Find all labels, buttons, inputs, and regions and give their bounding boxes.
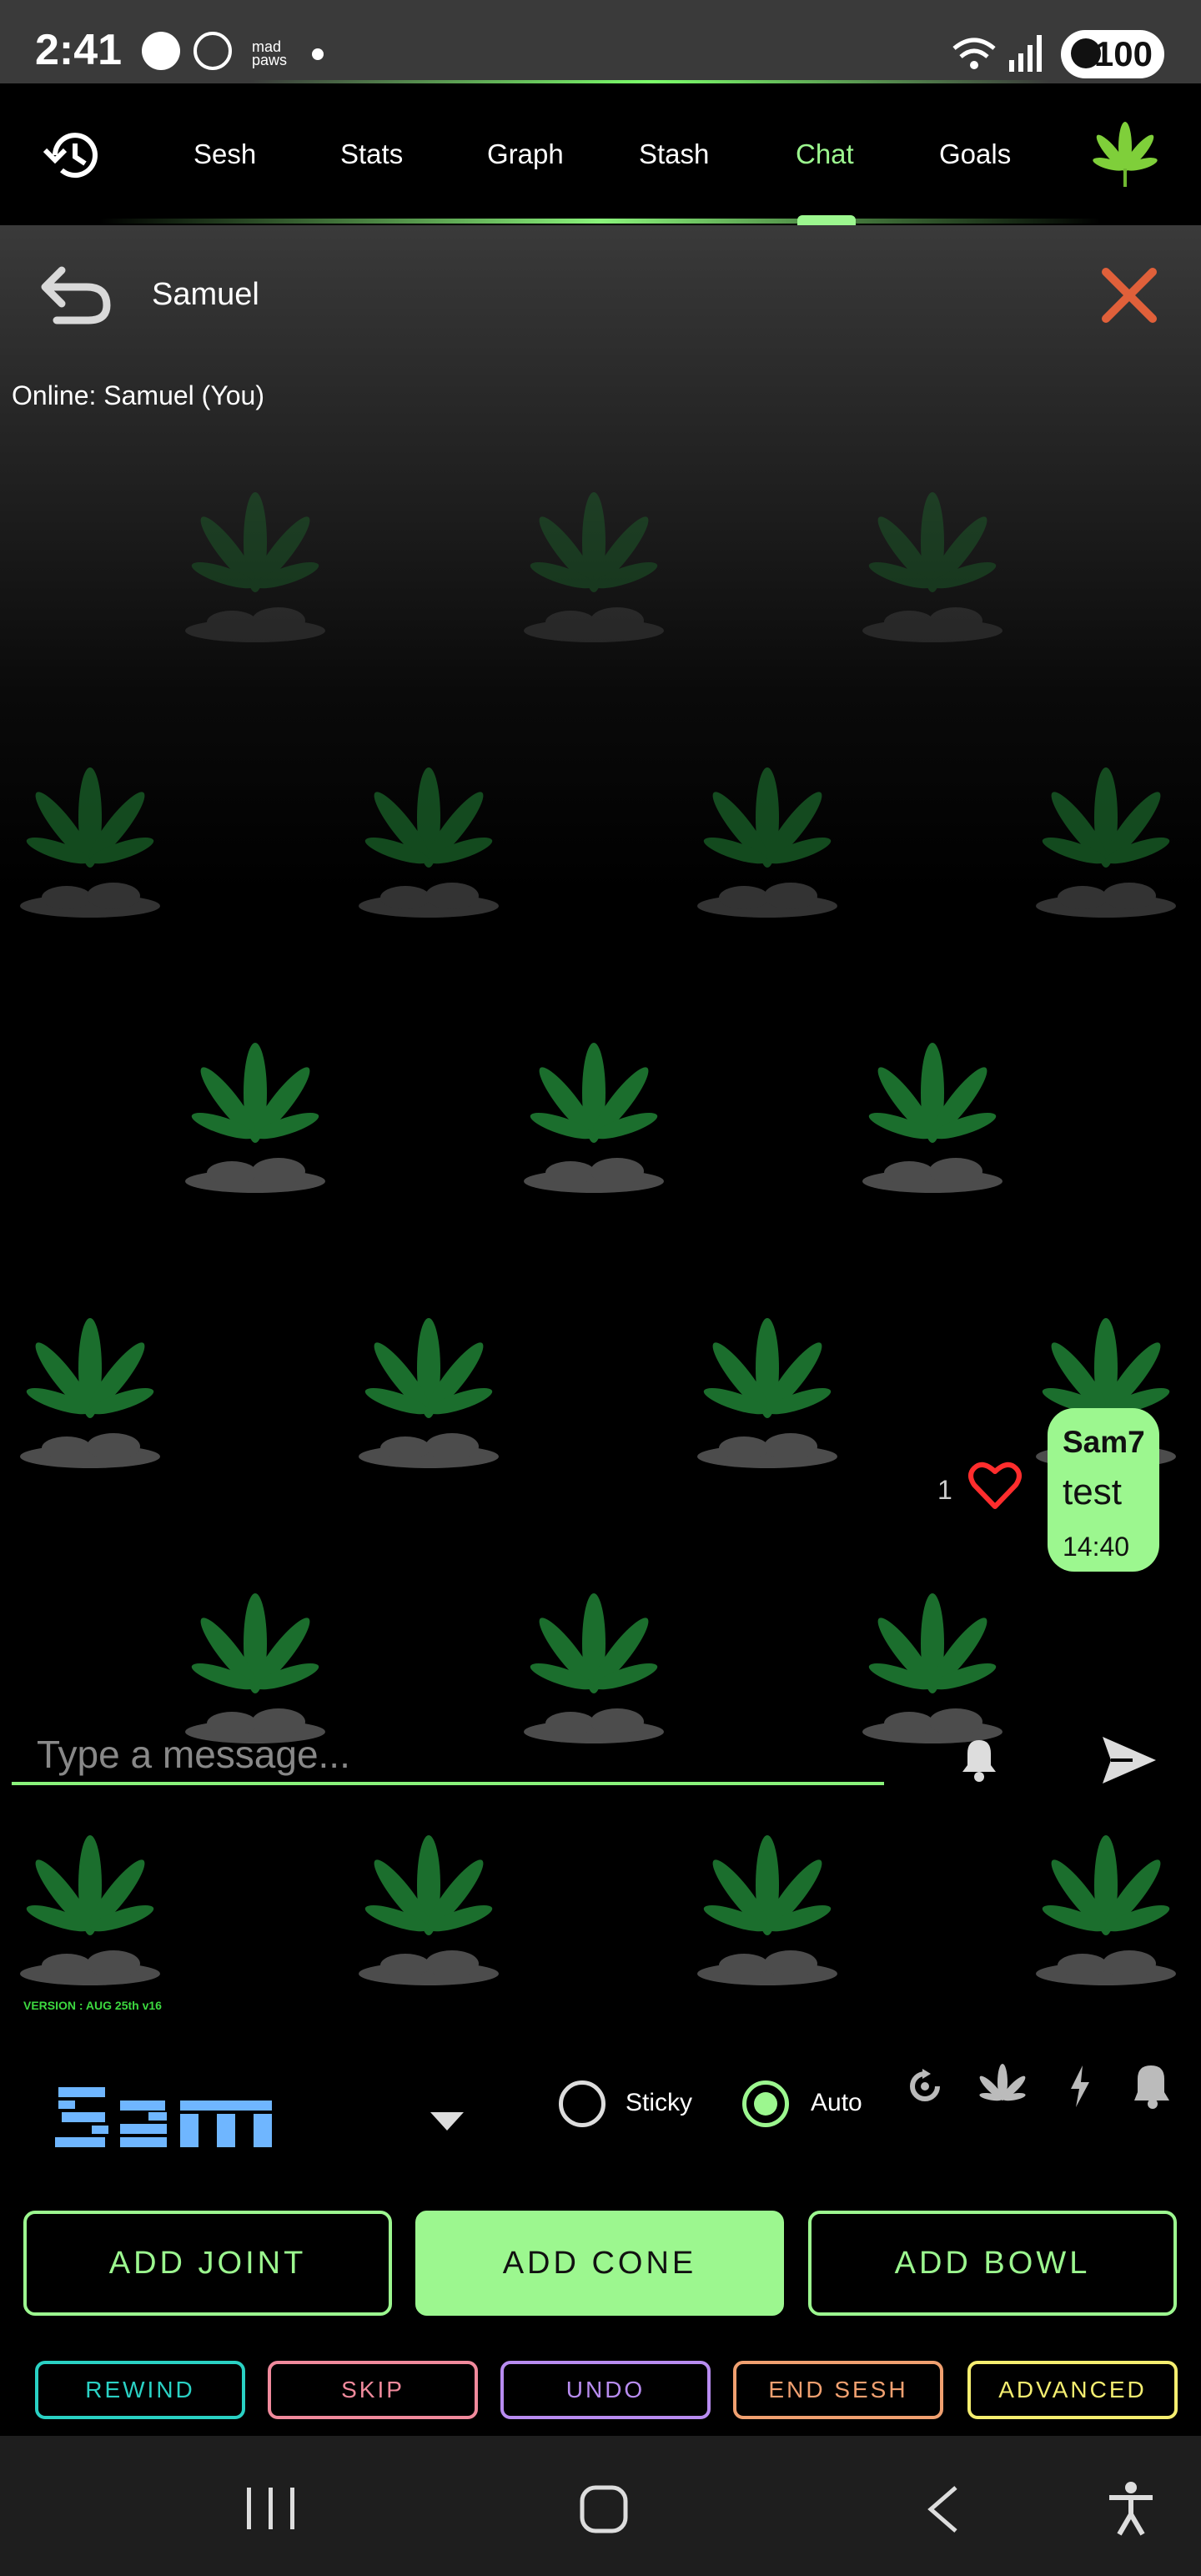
advanced-button[interactable]: ADVANCED bbox=[967, 2361, 1178, 2419]
signal-icon bbox=[1009, 35, 1042, 72]
tab-goals[interactable]: Goals bbox=[939, 138, 1011, 170]
dropdown-icon[interactable] bbox=[430, 2112, 464, 2132]
home-icon[interactable] bbox=[579, 2484, 629, 2534]
add-cone-button[interactable]: ADD CONE bbox=[415, 2211, 784, 2316]
background-leaf bbox=[182, 1577, 329, 1743]
send-icon[interactable] bbox=[1099, 1732, 1159, 1789]
message-time: 14:40 bbox=[1063, 1532, 1130, 1562]
battery-indicator: 100 bbox=[1061, 30, 1164, 78]
message-bubble[interactable]: Sam7 test 14:40 bbox=[1048, 1408, 1159, 1572]
background-leaf bbox=[355, 1301, 502, 1468]
tab-stats[interactable]: Stats bbox=[340, 138, 403, 170]
background-leaf bbox=[694, 751, 841, 918]
system-nav-bar bbox=[0, 2436, 1201, 2576]
sync-icon bbox=[193, 32, 232, 70]
background-leaf bbox=[520, 475, 667, 642]
skip-button[interactable]: SKIP bbox=[268, 2361, 478, 2419]
background-leaf bbox=[182, 1026, 329, 1193]
rewind-button[interactable]: REWIND bbox=[35, 2361, 245, 2419]
background-leaf bbox=[1033, 751, 1179, 918]
like-count: 1 bbox=[937, 1475, 952, 1505]
background-leaf bbox=[859, 1577, 1006, 1743]
back-icon[interactable] bbox=[922, 2484, 962, 2534]
background-leaf bbox=[17, 751, 163, 918]
online-users: Online: Samuel (You) bbox=[12, 380, 264, 410]
tab-active-indicator bbox=[797, 215, 856, 225]
background-leaf bbox=[694, 1301, 841, 1468]
bell-outline-icon[interactable] bbox=[1128, 2060, 1179, 2111]
bolt-icon[interactable] bbox=[1068, 2065, 1093, 2107]
background-leaf bbox=[859, 1026, 1006, 1193]
add-bowl-button[interactable]: ADD BOWL bbox=[808, 2211, 1177, 2316]
dot-icon bbox=[312, 48, 324, 60]
background-leaf bbox=[859, 475, 1006, 642]
sticky-radio[interactable] bbox=[559, 2080, 606, 2127]
message-text: test bbox=[1063, 1472, 1122, 1512]
tab-divider bbox=[100, 219, 1101, 224]
tab-sesh[interactable]: Sesh bbox=[193, 138, 256, 170]
user-logo-graphic bbox=[55, 2087, 272, 2147]
background-leaf bbox=[520, 1577, 667, 1743]
accessibility-icon[interactable] bbox=[1106, 2481, 1156, 2536]
background-leaf bbox=[17, 1819, 163, 1985]
tab-stash[interactable]: Stash bbox=[639, 138, 709, 170]
undo-button[interactable]: UNDO bbox=[500, 2361, 711, 2419]
background-leaf bbox=[17, 1301, 163, 1468]
info-icon bbox=[142, 32, 180, 70]
background-leaf bbox=[694, 1819, 841, 1985]
brand-tiny: mad paws bbox=[252, 38, 288, 68]
message-input[interactable] bbox=[12, 1727, 884, 1785]
chat-panel: Samuel Online: Samuel (You) 1 Sam7 test … bbox=[0, 225, 1201, 2012]
tab-graph[interactable]: Graph bbox=[487, 138, 564, 170]
leaf-icon[interactable] bbox=[977, 2064, 1028, 2109]
message-sender: Sam7 bbox=[1063, 1425, 1145, 1459]
close-icon[interactable] bbox=[1099, 265, 1159, 325]
status-time: 2:41 bbox=[35, 26, 123, 74]
background-leaf bbox=[355, 1819, 502, 1985]
end-sesh-button[interactable]: END SESH bbox=[733, 2361, 943, 2419]
weed-leaf-icon[interactable] bbox=[1089, 122, 1161, 189]
auto-label: Auto bbox=[811, 2089, 862, 2116]
background-leaf bbox=[355, 751, 502, 918]
sticky-label: Sticky bbox=[626, 2089, 693, 2116]
auto-radio[interactable] bbox=[742, 2080, 789, 2127]
version-label: VERSION : AUG 25th v16 bbox=[23, 1999, 162, 2012]
background-leaf bbox=[182, 475, 329, 642]
wifi-icon bbox=[952, 38, 996, 69]
history-icon[interactable] bbox=[40, 125, 105, 185]
tab-chat[interactable]: Chat bbox=[796, 138, 854, 170]
status-bar: 2:41 mad paws 100 bbox=[0, 0, 1201, 83]
battery-bolt-icon bbox=[1071, 38, 1101, 68]
tab-bar: Sesh Stats Graph Stash Chat Goals bbox=[0, 83, 1201, 225]
refresh-icon[interactable] bbox=[906, 2067, 944, 2106]
battery-level: 100 bbox=[1093, 34, 1153, 73]
background-leaf bbox=[1033, 1819, 1179, 1985]
heart-icon[interactable] bbox=[967, 1460, 1023, 1512]
background-leaf bbox=[520, 1026, 667, 1193]
add-joint-button[interactable]: ADD JOINT bbox=[23, 2211, 392, 2316]
bell-icon[interactable] bbox=[954, 1733, 1004, 1785]
undo-arrow-icon[interactable] bbox=[40, 262, 112, 325]
user-logo[interactable] bbox=[55, 2084, 280, 2151]
chat-room-title: Samuel bbox=[152, 277, 259, 312]
recents-icon[interactable] bbox=[244, 2486, 299, 2531]
